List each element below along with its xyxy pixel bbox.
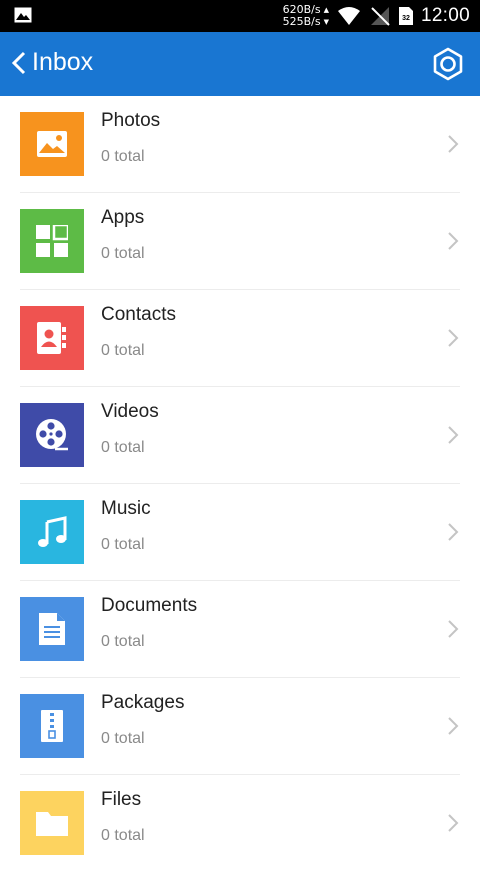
list-item-photos[interactable]: Photos 0 total [20, 96, 460, 193]
download-arrow-icon: ▼ [323, 18, 329, 26]
category-list: Photos 0 total Apps 0 total Contacts 0 t… [0, 96, 480, 871]
item-count: 0 total [101, 536, 145, 553]
chevron-right-icon [448, 135, 459, 153]
item-count: 0 total [101, 827, 145, 844]
list-item-documents[interactable]: Documents 0 total [20, 581, 460, 678]
chevron-right-icon [448, 620, 459, 638]
apps-icon [36, 225, 68, 257]
chevron-right-icon [448, 523, 459, 541]
contacts-icon [37, 322, 66, 354]
chevron-right-icon [448, 426, 459, 444]
item-label: Packages [101, 692, 185, 713]
archive-icon [41, 710, 63, 742]
chevron-right-icon [448, 814, 459, 832]
contacts-tile [20, 306, 84, 370]
gear-icon[interactable] [430, 46, 466, 82]
list-item-files[interactable]: Files 0 total [20, 775, 460, 871]
list-item-packages[interactable]: Packages 0 total [20, 678, 460, 775]
list-item-videos[interactable]: Videos 0 total [20, 387, 460, 484]
page-title: Inbox [32, 48, 94, 76]
no-signal-icon [370, 7, 390, 26]
item-count: 0 total [101, 342, 145, 359]
item-label: Apps [101, 207, 145, 228]
chevron-left-icon [11, 51, 26, 74]
item-label: Photos [101, 110, 161, 131]
packages-tile [20, 694, 84, 758]
image-icon [37, 131, 67, 157]
image-notification-icon [14, 7, 32, 23]
music-tile [20, 500, 84, 564]
item-count: 0 total [101, 633, 145, 650]
item-count: 0 total [101, 148, 145, 165]
wifi-icon [337, 7, 360, 25]
music-note-icon [38, 516, 67, 547]
item-label: Documents [101, 595, 198, 616]
item-count: 0 total [101, 730, 145, 747]
item-count: 0 total [101, 245, 145, 262]
clock: 12:00 [420, 5, 470, 26]
back-button[interactable]: Inbox [10, 48, 93, 77]
chevron-right-icon [448, 232, 459, 250]
upload-arrow-icon: ▲ [323, 6, 329, 14]
chevron-right-icon [448, 329, 459, 347]
item-label: Contacts [101, 304, 176, 325]
photos-tile [20, 112, 84, 176]
apps-tile [20, 209, 84, 273]
list-item-contacts[interactable]: Contacts 0 total [20, 290, 460, 387]
item-label: Files [101, 789, 142, 810]
item-label: Music [101, 498, 151, 519]
network-speed: 620B/s ▲ 525B/s ▼ [283, 4, 329, 28]
film-reel-icon [36, 419, 68, 451]
download-speed: 525B/s [282, 15, 321, 28]
list-item-apps[interactable]: Apps 0 total [20, 193, 460, 290]
item-label: Videos [101, 401, 159, 422]
status-bar: 620B/s ▲ 525B/s ▼ 32 12:00 [0, 0, 480, 32]
chevron-right-icon [448, 717, 459, 735]
files-tile [20, 791, 84, 855]
videos-tile [20, 403, 84, 467]
documents-tile [20, 597, 84, 661]
list-item-music[interactable]: Music 0 total [20, 484, 460, 581]
sim-icon: 32 [398, 7, 413, 25]
app-bar: Inbox [0, 32, 480, 96]
item-count: 0 total [101, 439, 145, 456]
document-icon [39, 613, 65, 645]
sim-label: 32 [402, 15, 410, 22]
folder-icon [36, 812, 68, 836]
